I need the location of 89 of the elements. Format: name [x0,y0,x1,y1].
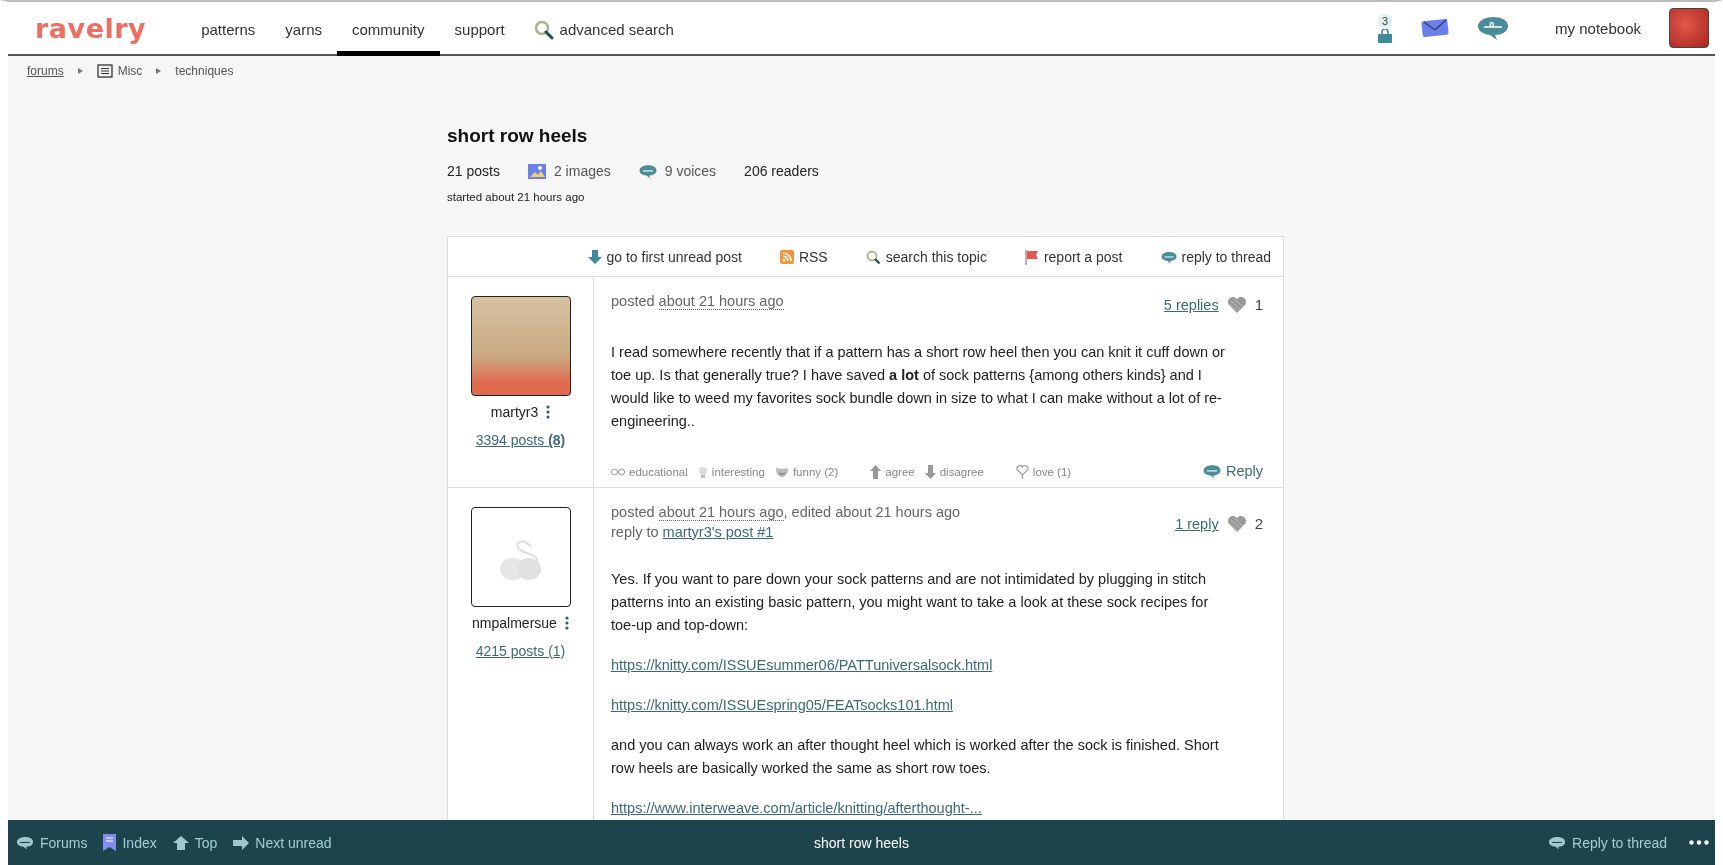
author-name[interactable]: martyr3 [490,404,539,420]
author-post-count-link[interactable]: 3394 posts (8) [475,432,566,448]
down-arrow-icon [924,465,936,479]
post-count: 21 posts [447,163,500,179]
search-icon [533,19,554,40]
voices-link[interactable]: 9 voices [638,163,717,179]
thread-action-link[interactable]: search this topic [865,249,987,265]
more-options-icon[interactable] [546,405,551,419]
posted-label: posted [611,293,655,309]
glasses-icon [611,468,625,476]
post-link[interactable]: https://www.interweave.com/article/knitting/afterthought-... [611,800,982,816]
heart-outline-icon [1015,465,1029,479]
laughing-mask-icon [774,466,789,478]
search-icon [865,249,881,265]
post-time-link[interactable]: about 21 hours ago [658,293,784,310]
post-link[interactable]: https://knitty.com/ISSUEsummer06/PATTuniversalsock.html [611,657,993,673]
default-avatar[interactable] [470,507,571,607]
my-notebook-link[interactable]: my notebook [1555,19,1641,37]
nav-tab[interactable]: community [337,2,440,56]
replies-link[interactable]: 1 reply [1175,514,1219,534]
right-arrow-icon [233,835,250,850]
reaction-button[interactable]: educational [611,465,688,479]
up-arrow-icon [172,835,189,850]
topic-title: short row heels [447,125,589,147]
post-time-link[interactable]: about 21 hours ago [658,504,784,521]
footer-link[interactable]: Top [172,834,218,851]
reader-count: 206 readers [744,163,819,179]
cart-count-badge: 3 [1378,13,1393,28]
list-icon [96,64,113,78]
footer-link[interactable]: Forums [16,834,88,851]
like-count: 2 [1254,514,1263,534]
breadcrumb-link[interactable]: techniques [175,64,234,78]
post-paragraph: I read somewhere recently that if a pattern has a short row heel then you can knit it cuff down or toe up. Is that generally true? I have saved a lot of sock patterns {among others kinds} and I would like to weed my favorites sock bundle down in size to what I can make without a lot of re-engineering.. [611,343,1226,431]
speech-bubble-icon [1160,250,1177,264]
reply-to-thread-link[interactable]: Reply to thread [1548,834,1667,851]
lightbulb-icon [697,465,708,479]
speech-bubble-icon [1202,463,1221,479]
breadcrumb-link[interactable]: forums [27,64,64,78]
reaction-button[interactable]: disagree [924,465,984,479]
post-link[interactable]: https://knitty.com/ISSUEspring05/FEATsocks101.html [611,697,953,713]
nav-tab[interactable]: support [439,2,520,56]
images-link[interactable]: 2 images [527,163,611,179]
breadcrumb-separator-icon [156,68,162,74]
speech-bubble-icon [16,835,34,850]
speech-bubble-icon [1548,835,1567,850]
post-paragraph: and you can always work an after thought heel which is worked after the sock is finished. Short row heels are basically worked the same as short row toes. [611,736,1220,778]
reply-to-link[interactable]: martyr3's post #1 [662,524,774,540]
thread-action-link[interactable]: reply to thread [1160,249,1271,265]
post-paragraph: Yes. If you want to pare down your sock patterns and are not intimidated by plugging in stitch patterns into an existing basic pattern, you might want to take a look at these sock recipes for toe-up and top-down: [611,570,1210,635]
up-arrow-icon [870,465,882,479]
thread-action-link[interactable]: RSS [779,249,828,265]
advanced-search-link[interactable]: advanced search [519,2,674,54]
rss-icon [779,250,794,264]
nav-tab[interactable]: patterns [186,2,271,56]
shopping-bag-icon[interactable] [1377,28,1394,43]
replies-link[interactable]: 5 replies [1163,295,1219,315]
heart-icon[interactable] [1226,296,1247,314]
footer-topic-title: short row heels [814,834,909,851]
user-avatar-photo-placeholder[interactable] [1669,8,1709,48]
author-photo-placeholder[interactable] [470,296,571,396]
nav-tab[interactable]: yarns [270,2,337,56]
author-name[interactable]: nmpalmersue [472,615,557,631]
like-count: 1 [1254,295,1263,315]
reply-to-label: reply to [611,524,659,540]
reply-button[interactable]: Reply [1202,463,1263,479]
more-options-icon[interactable] [1689,840,1709,845]
flag-icon [1024,249,1039,265]
reaction-button[interactable]: love (1) [1015,465,1072,479]
footer-link[interactable]: Next unread [233,834,332,851]
image-icon [527,163,546,179]
heart-icon[interactable] [1226,515,1247,533]
down-arrow-icon [587,250,602,264]
breadcrumb-separator-icon [77,68,83,74]
reaction-button[interactable]: interesting [697,465,765,479]
footer-link[interactable]: Index [103,834,157,851]
posted-label: posted [611,504,655,520]
edited-time: , edited about 21 hours ago [783,504,961,520]
mail-icon[interactable] [1421,18,1450,38]
thread-action-link[interactable]: go to first unread post [587,249,742,265]
bookmark-icon [103,834,117,851]
thread-action-link[interactable]: report a post [1024,249,1123,265]
reaction-button[interactable]: agree [870,465,915,479]
more-options-icon[interactable] [564,616,569,630]
breadcrumb-link[interactable]: Misc [96,64,143,78]
topic-start-time: started about 21 hours ago [447,191,586,203]
chat-bubble-icon[interactable] [1477,15,1510,41]
speech-bubble-icon [638,163,657,179]
reaction-button[interactable]: funny (2) [774,465,839,479]
author-post-count-link[interactable]: 4215 posts (1) [475,643,566,659]
